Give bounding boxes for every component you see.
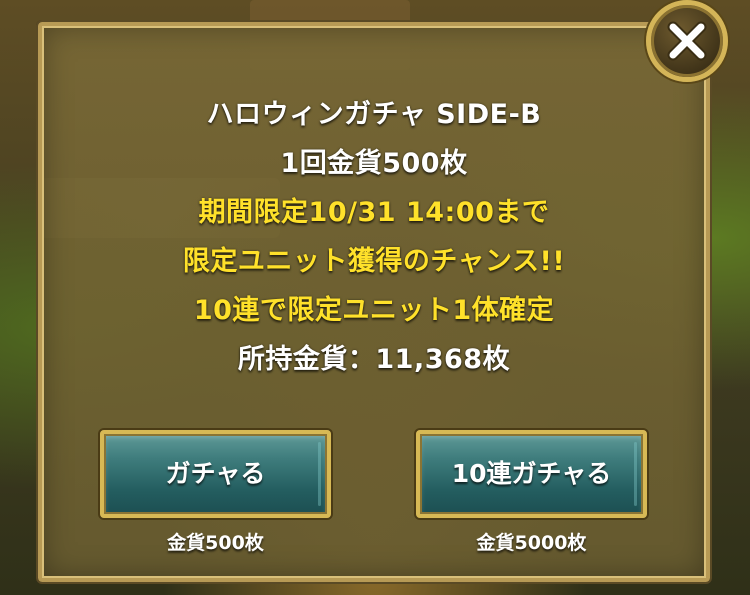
gacha-dialog: ハロウィンガチャ SIDE-B 1回金貨500枚 期間限定10/31 14:00… [36, 20, 712, 584]
close-icon [667, 21, 707, 61]
ten-pull-group: 10連ガチャる 金貨5000枚 [416, 430, 647, 555]
owned-coins: 所持金貨：11,368枚 [237, 344, 511, 375]
gacha-title: ハロウィンガチャ SIDE-B [206, 99, 542, 130]
price-per-pull: 1回金貨500枚 [280, 148, 468, 179]
limited-period: 期間限定10/31 14:00まで [198, 197, 550, 228]
promo-text: 限定ユニット獲得のチャンス!! [182, 246, 566, 277]
close-button[interactable] [646, 0, 728, 82]
guarantee-text: 10連で限定ユニット1体確定 [193, 295, 555, 326]
single-pull-button[interactable]: ガチャる [100, 430, 331, 518]
gacha-info: ハロウィンガチャ SIDE-B 1回金貨500枚 期間限定10/31 14:00… [42, 90, 706, 384]
ten-pull-cost: 金貨5000枚 [476, 532, 587, 554]
single-pull-cost: 金貨500枚 [167, 532, 264, 554]
single-pull-group: ガチャる 金貨500枚 [100, 430, 331, 555]
ten-pull-button[interactable]: 10連ガチャる [416, 430, 647, 518]
